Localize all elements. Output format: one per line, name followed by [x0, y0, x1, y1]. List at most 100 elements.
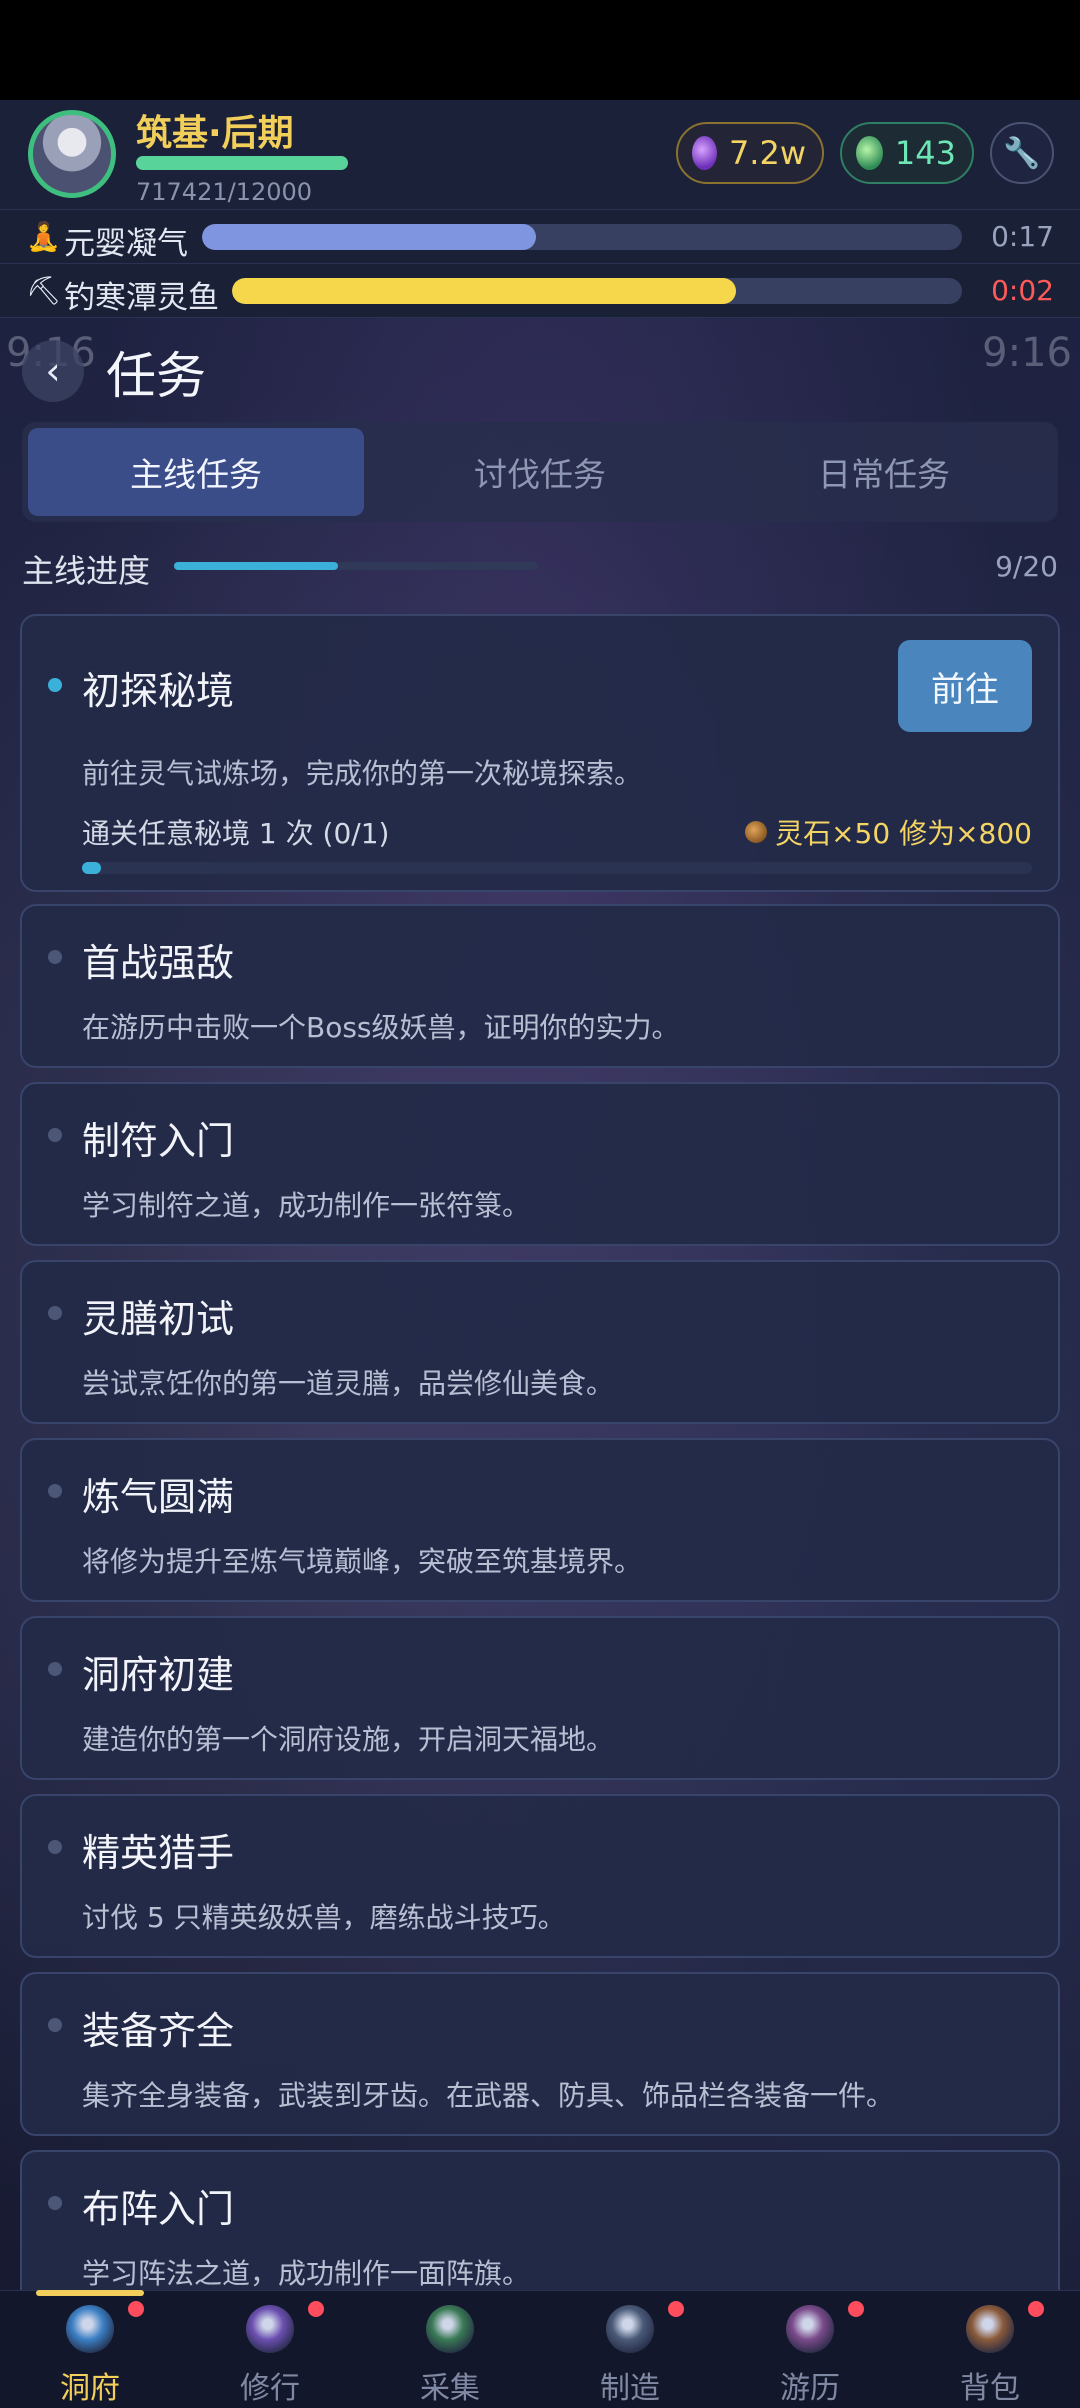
task-card[interactable]: 精英猎手讨伐 5 只精英级妖兽，磨练战斗技巧。: [20, 1794, 1060, 1958]
nav-label: 制造: [600, 2371, 660, 2406]
activity-time: 0:02: [991, 274, 1054, 307]
nav-item-4[interactable]: 游历: [720, 2291, 900, 2408]
task-reward-text: 灵石×50 修为×800: [775, 817, 1032, 850]
status-dot: [48, 1128, 62, 1142]
realm-progress-bar: [136, 156, 348, 170]
task-card-active[interactable]: 初探秘境 前往 前往灵气试炼场，完成你的第一次秘境探索。 通关任意秘境 1 次 …: [20, 614, 1060, 892]
status-dot: [48, 2018, 62, 2032]
notification-badge: [668, 2301, 684, 2317]
task-title: 首战强敌: [82, 941, 235, 985]
nav-label: 采集: [420, 2371, 480, 2406]
wrench-icon: 🔧: [1003, 135, 1041, 171]
activity-label: 元婴凝气: [64, 226, 188, 262]
task-desc: 建造你的第一个洞府设施，开启洞天福地。: [82, 1723, 615, 1756]
notification-badge: [848, 2301, 864, 2317]
chevron-left-icon: ‹: [45, 349, 61, 393]
player-header: 筑基·后期 717421/12000 7.2w 143 🔧: [0, 100, 1080, 210]
task-card[interactable]: 洞府初建建造你的第一个洞府设施，开启洞天福地。: [20, 1616, 1060, 1780]
exp-counter: 717421/12000: [136, 178, 313, 206]
task-reward: 灵石×50 修为×800: [745, 812, 1032, 852]
nav-item-3[interactable]: 制造: [540, 2291, 720, 2408]
task-desc: 将修为提升至炼气境巅峰，突破至筑基境界。: [82, 1545, 643, 1578]
task-card[interactable]: 装备齐全集齐全身装备，武装到牙齿。在武器、防具、饰品栏各装备一件。: [20, 1972, 1060, 2136]
back-button[interactable]: ‹: [22, 340, 84, 402]
hammer-icon: [606, 2305, 654, 2353]
task-card[interactable]: 炼气圆满将修为提升至炼气境巅峰，突破至筑基境界。: [20, 1438, 1060, 1602]
status-dot: [48, 2196, 62, 2210]
nav-item-2[interactable]: 采集: [360, 2291, 540, 2408]
task-desc: 学习制符之道，成功制作一张符箓。: [82, 1189, 531, 1222]
activity-progress-fill: [232, 278, 736, 304]
status-dot: [48, 1840, 62, 1854]
task-desc: 尝试烹饪你的第一道灵膳，品尝修仙美食。: [82, 1367, 615, 1400]
task-title: 制符入门: [82, 1119, 235, 1163]
task-desc: 集齐全身装备，武装到牙齿。在武器、防具、饰品栏各装备一件。: [82, 2079, 895, 2112]
task-title: 装备齐全: [82, 2009, 235, 2053]
activity-label: 钓寒潭灵鱼: [64, 280, 219, 316]
status-dot: [48, 1306, 62, 1320]
tab-daily[interactable]: 日常任务: [716, 428, 1052, 516]
activity-progress-track: [202, 224, 962, 250]
nav-active-indicator: [36, 2290, 144, 2296]
nav-label: 洞府: [60, 2371, 120, 2406]
main-progress-label: 主线进度: [22, 552, 151, 590]
task-desc: 在游历中击败一个Boss级妖兽，证明你的实力。: [82, 1011, 680, 1044]
task-card[interactable]: 灵膳初试尝试烹饪你的第一道灵膳，品尝修仙美食。: [20, 1260, 1060, 1424]
avatar[interactable]: [28, 110, 116, 198]
spirit-stone-count: 7.2w: [728, 134, 806, 172]
task-title: 布阵入门: [82, 2187, 235, 2231]
task-progress-track: [82, 862, 1032, 874]
task-title: 炼气圆满: [82, 1475, 235, 1519]
task-card[interactable]: 制符入门学习制符之道，成功制作一张符箓。: [20, 1082, 1060, 1246]
activity-row-1[interactable]: ⛏ 钓寒潭灵鱼 0:02: [0, 264, 1080, 318]
coin-icon: [745, 821, 768, 843]
nav-item-1[interactable]: 修行: [180, 2291, 360, 2408]
compass-icon: [786, 2305, 834, 2353]
task-title: 初探秘境: [82, 669, 235, 713]
spirit-stone-pill[interactable]: 7.2w: [676, 122, 824, 184]
bottom-nav: 洞府 修行 采集 制造 游历 背包: [0, 2290, 1080, 2408]
jade-pill[interactable]: 143: [840, 122, 974, 184]
status-dot: [48, 678, 62, 692]
ghost-clock-right: 9:16: [982, 330, 1072, 376]
nav-item-5[interactable]: 背包: [900, 2291, 1080, 2408]
task-tabs: 主线任务 讨伐任务 日常任务: [22, 422, 1058, 522]
jade-icon: [856, 136, 883, 170]
task-title: 精英猎手: [82, 1831, 235, 1875]
settings-button[interactable]: 🔧: [990, 122, 1054, 184]
task-desc: 学习阵法之道，成功制作一面阵旗。: [82, 2257, 531, 2290]
activity-row-0[interactable]: 🧘 元婴凝气 0:17: [0, 210, 1080, 264]
notification-badge: [308, 2301, 324, 2317]
task-desc: 讨伐 5 只精英级妖兽，磨练战斗技巧。: [82, 1901, 566, 1934]
task-desc: 前往灵气试炼场，完成你的第一次秘境探索。: [82, 757, 643, 790]
page-title: 任务: [106, 347, 206, 405]
tab-hunt[interactable]: 讨伐任务: [372, 428, 708, 516]
main-progress-track: [174, 562, 538, 570]
task-title: 灵膳初试: [82, 1297, 235, 1341]
jade-count: 143: [894, 134, 956, 172]
go-button[interactable]: 前往: [898, 640, 1032, 732]
tab-main[interactable]: 主线任务: [28, 428, 364, 516]
herb-icon: [426, 2305, 474, 2353]
bag-icon: [966, 2305, 1014, 2353]
activity-progress-fill: [202, 224, 537, 250]
nav-label: 背包: [960, 2371, 1020, 2406]
task-title: 洞府初建: [82, 1653, 235, 1697]
notification-badge: [1028, 2301, 1044, 2317]
realm-title: 筑基·后期: [136, 113, 294, 154]
main-progress-count: 9/20: [995, 550, 1058, 583]
status-bar-area: [0, 0, 1080, 100]
task-card[interactable]: 首战强敌在游历中击败一个Boss级妖兽，证明你的实力。: [20, 904, 1060, 1068]
nav-item-0[interactable]: 洞府: [0, 2291, 180, 2408]
meditation-icon: 🧘: [26, 220, 61, 253]
nav-label: 游历: [780, 2371, 840, 2406]
status-dot: [48, 1662, 62, 1676]
pickaxe-icon: ⛏: [26, 274, 62, 307]
status-dot: [48, 1484, 62, 1498]
cave-icon: [66, 2305, 114, 2353]
spirit-stone-icon: [692, 136, 717, 170]
notification-badge: [128, 2301, 144, 2317]
activity-progress-track: [232, 278, 962, 304]
status-dot: [48, 950, 62, 964]
lotus-icon: [246, 2305, 294, 2353]
